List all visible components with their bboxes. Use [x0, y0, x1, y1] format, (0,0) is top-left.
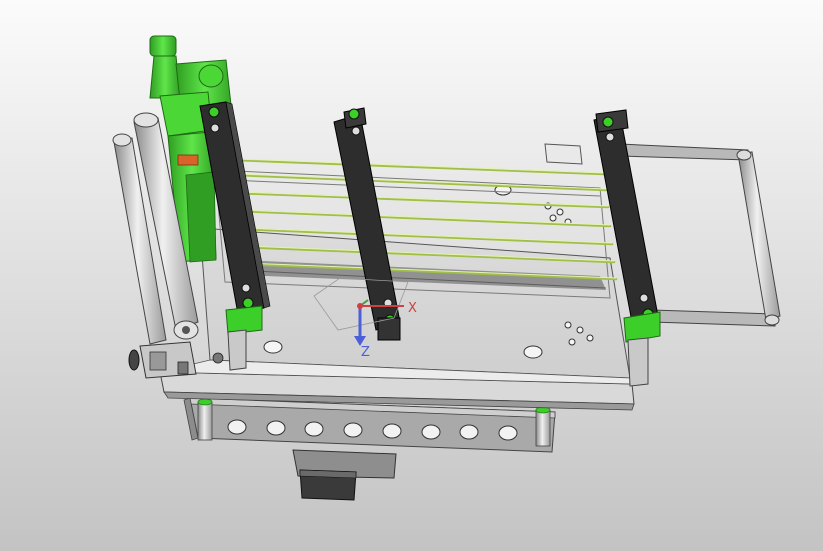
cad-viewport[interactable]: X Z [0, 0, 823, 551]
z-axis-label: Z [361, 345, 370, 360]
cad-model-scene[interactable]: X Z [0, 0, 823, 551]
x-axis-label: X [408, 301, 417, 316]
sensor-block [544, 143, 583, 165]
triad-origin [357, 303, 363, 309]
